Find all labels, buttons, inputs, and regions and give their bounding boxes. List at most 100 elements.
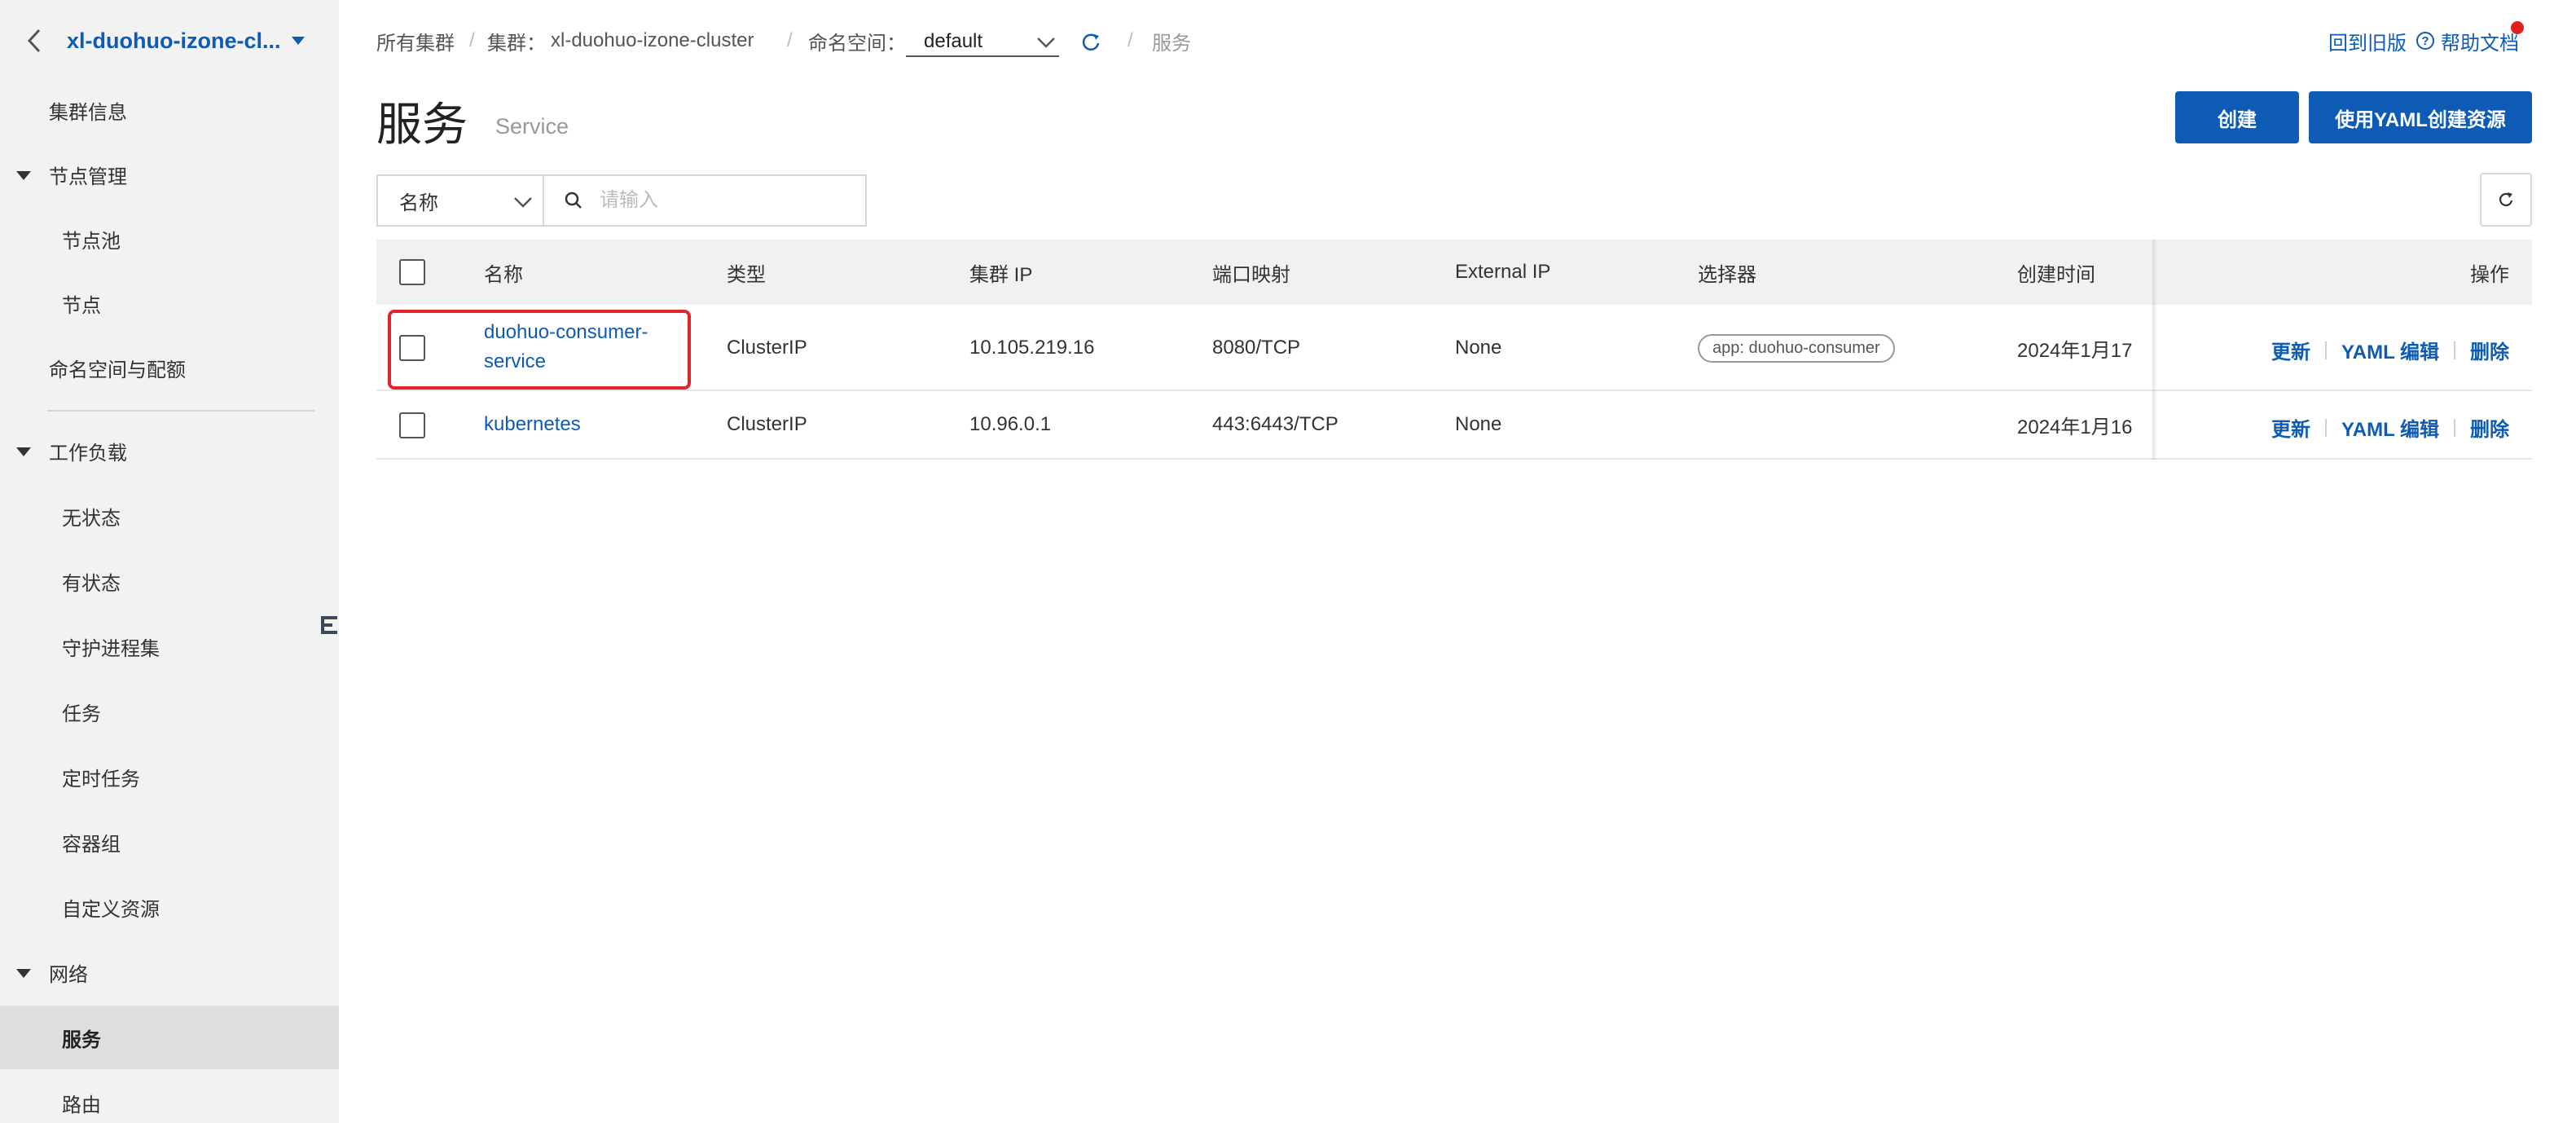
update-button[interactable]: 更新 [2271, 413, 2310, 442]
back-arrow-icon[interactable] [23, 24, 47, 57]
sidebar-item-cronjobs[interactable]: 定时任务 [0, 745, 339, 808]
help-docs-link[interactable]: ? 帮助文档 [2416, 24, 2519, 57]
sidebar-item-label: 服务 [62, 1028, 101, 1051]
refresh-icon[interactable] [1079, 29, 1103, 54]
sidebar-item-namespaces[interactable]: 命名空间与配额 [0, 336, 339, 399]
sidebar-item-label: 自定义资源 [62, 898, 160, 921]
table-header: 名称 类型 集群 IP 端口映射 External IP 选择器 创建时间 操作 [376, 240, 2532, 305]
sidebar-item-label: 无状态 [62, 507, 121, 530]
row-checkbox[interactable] [399, 335, 425, 361]
sidebar-item-ingress[interactable]: 路由 [0, 1071, 339, 1123]
sidebar-item-services[interactable]: 服务 [0, 1006, 339, 1069]
breadcrumb-namespace-label: 命名空间： [808, 32, 906, 55]
sidebar-group-label: 网络 [49, 963, 88, 986]
namespace-value: default [924, 30, 983, 52]
service-name-line: service [484, 350, 547, 372]
search-input[interactable] [600, 189, 844, 212]
breadcrumb-current: 服务 [1152, 32, 1191, 55]
yaml-edit-button[interactable]: YAML 编辑 [2341, 413, 2439, 442]
action-divider [2324, 418, 2327, 437]
selector-cell: app: duohuo-consumer [1698, 305, 1895, 391]
sidebar-item-label: 有状态 [62, 572, 121, 595]
service-name-link[interactable]: duohuo-consumer- service [484, 316, 648, 378]
column-header-created[interactable]: 创建时间 [2017, 240, 2095, 305]
breadcrumb-cluster-value: xl-duohuo-izone-cluster [551, 29, 754, 51]
cluster-ip: 10.96.0.1 [969, 413, 1052, 435]
delete-button[interactable]: 删除 [2470, 413, 2509, 442]
service-name-link[interactable]: kubernetes [484, 391, 581, 458]
action-divider [2454, 418, 2455, 437]
column-header-external-ip: External IP [1455, 261, 1551, 283]
cluster-ip: 10.105.219.16 [969, 337, 1095, 359]
service-type: ClusterIP [727, 337, 807, 359]
filter-field-value: 名称 [399, 192, 438, 214]
sidebar-item-label: 集群信息 [49, 101, 127, 124]
row-checkbox[interactable] [399, 412, 425, 438]
column-header-cluster-ip: 集群 IP [969, 263, 1033, 286]
sidebar-group-workloads[interactable]: 工作负载 [0, 419, 339, 482]
breadcrumb-all-clusters[interactable]: 所有集群 [376, 24, 455, 57]
notification-dot [2511, 21, 2524, 34]
breadcrumb-separator: / [787, 29, 793, 51]
breadcrumb-separator: / [1128, 29, 1133, 51]
select-all-checkbox[interactable] [399, 259, 425, 285]
service-type: ClusterIP [727, 413, 807, 435]
sidebar-group-network[interactable]: 网络 [0, 940, 339, 1004]
page-subtitle: Service [495, 114, 569, 139]
external-ip: None [1455, 337, 1502, 359]
sidebar-item-nodes[interactable]: 节点 [0, 271, 339, 335]
delete-button[interactable]: 删除 [2470, 336, 2509, 364]
table-refresh-button[interactable] [2480, 173, 2532, 227]
sidebar-group-label: 工作负载 [49, 442, 127, 465]
refresh-icon [2499, 192, 2513, 206]
namespace-select[interactable]: default [906, 28, 1059, 57]
cluster-switcher[interactable]: xl-duohuo-izone-cl... [67, 24, 306, 57]
sidebar-item-node-pool[interactable]: 节点池 [0, 207, 339, 271]
chevron-down-icon [1037, 37, 1055, 48]
create-from-yaml-button[interactable]: 使用YAML创建资源 [2309, 91, 2532, 143]
external-ip: None [1455, 413, 1502, 435]
sidebar-item-label: 任务 [62, 702, 101, 725]
column-header-selector: 选择器 [1698, 263, 1756, 286]
cluster-name: xl-duohuo-izone-cl... [67, 28, 281, 53]
breadcrumb-cluster-label: 集群： [487, 32, 546, 55]
service-name-line: kubernetes [484, 413, 581, 435]
column-header-ports: 端口映射 [1212, 263, 1290, 286]
help-docs-label: 帮助文档 [2441, 32, 2519, 55]
sidebar-item-label: 定时任务 [62, 768, 140, 791]
column-header-actions: 操作 [2470, 263, 2509, 286]
sidebar-item-custom-resources[interactable]: 自定义资源 [0, 875, 339, 939]
sidebar-item-label: 容器组 [62, 833, 121, 856]
update-button[interactable]: 更新 [2271, 336, 2310, 364]
sidebar-item-statefulsets[interactable]: 有状态 [0, 549, 339, 613]
page-title: 服务 [376, 99, 468, 150]
back-to-old-version-link[interactable]: 回到旧版 [2328, 24, 2407, 57]
sidebar-item-jobs[interactable]: 任务 [0, 680, 339, 743]
sidebar-group-node-management[interactable]: 节点管理 [0, 143, 339, 206]
column-header-name[interactable]: 名称 [484, 240, 523, 305]
breadcrumb-cluster[interactable]: 集群： xl-duohuo-izone-cluster [487, 24, 754, 57]
triangle-down-icon [16, 447, 31, 456]
action-divider [2454, 341, 2455, 359]
sidebar-item-deployments[interactable]: 无状态 [0, 484, 339, 548]
sidebar-item-pods[interactable]: 容器组 [0, 810, 339, 874]
create-button[interactable]: 创建 [2175, 91, 2299, 143]
table-row: kubernetes ClusterIP 10.96.0.1 443:6443/… [376, 391, 2532, 460]
sidebar-item-label: 节点池 [62, 230, 121, 253]
action-divider [2324, 341, 2327, 359]
sidebar-collapse-icon[interactable] [319, 613, 341, 637]
row-actions: 更新 YAML 编辑 删除 [2271, 336, 2509, 364]
search-icon [565, 192, 582, 209]
caret-down-icon [292, 37, 306, 45]
filter-field-select[interactable]: 名称 [376, 174, 544, 227]
help-icon: ? [2416, 32, 2434, 50]
breadcrumb-separator: / [469, 29, 475, 51]
sidebar: xl-duohuo-izone-cl... 集群信息 节点管理 节点池 节点 命… [0, 0, 339, 1123]
row-actions: 更新 YAML 编辑 删除 [2271, 413, 2509, 442]
table-row: duohuo-consumer- service ClusterIP 10.10… [376, 305, 2532, 391]
sidebar-item-daemonsets[interactable]: 守护进程集 [0, 614, 339, 678]
port-mapping: 443:6443/TCP [1212, 413, 1339, 435]
triangle-down-icon [16, 969, 31, 978]
yaml-edit-button[interactable]: YAML 编辑 [2341, 336, 2439, 364]
sidebar-item-cluster-info[interactable]: 集群信息 [0, 78, 339, 142]
